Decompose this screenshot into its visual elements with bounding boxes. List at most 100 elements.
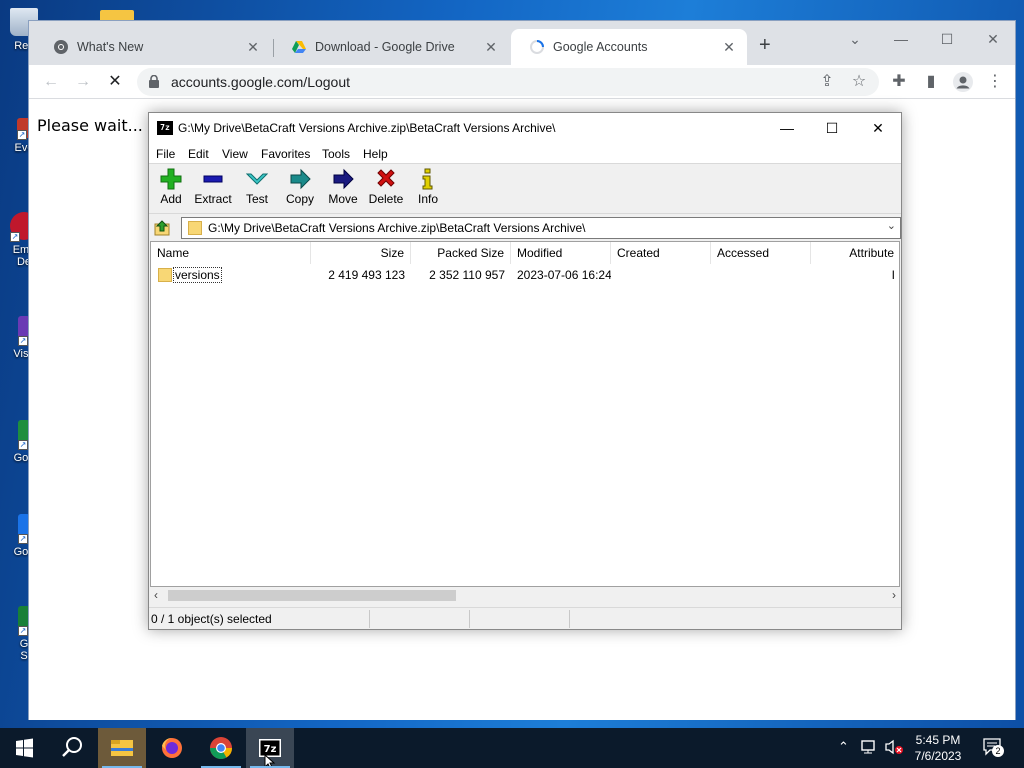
extensions-puzzle-icon[interactable]: ✚ [889, 72, 909, 92]
browser-toolbar: ← → ✕ accounts.google.com/Logout ⇪ ☆ ✚ ▮… [29, 65, 1015, 99]
firefox-icon [162, 737, 182, 758]
extract-button[interactable]: Extract [191, 168, 235, 206]
test-button[interactable]: Test [235, 168, 279, 206]
sevenzip-titlebar[interactable]: 7z G:\My Drive\BetaCraft Versions Archiv… [149, 113, 901, 144]
mouse-cursor-icon [264, 754, 276, 768]
tab-google-accounts[interactable]: Google Accounts ✕ [511, 29, 747, 65]
show-hidden-icons-chevron-icon[interactable]: ⌃ [838, 739, 849, 755]
folder-up-icon[interactable] [153, 219, 173, 237]
move-button[interactable]: Move [321, 168, 365, 206]
column-size[interactable]: Size [311, 242, 411, 264]
share-icon[interactable]: ⇪ [817, 72, 837, 92]
close-tab-icon[interactable]: ✕ [245, 39, 261, 56]
copy-button[interactable]: Copy [278, 168, 322, 206]
menu-favorites[interactable]: Favorites [261, 147, 310, 161]
close-tab-icon[interactable]: ✕ [721, 39, 737, 56]
notifications-button[interactable]: 2 [982, 737, 1004, 760]
chrome-icon [53, 39, 69, 55]
tool-label: Extract [194, 192, 232, 206]
horizontal-scrollbar[interactable]: ‹ › [150, 587, 900, 604]
network-icon[interactable] [860, 739, 878, 758]
volume-muted-icon[interactable] [884, 739, 904, 758]
file-list: Name Size Packed Size Modified Created A… [150, 241, 900, 587]
scrollbar-thumb[interactable] [168, 590, 456, 601]
menu-help[interactable]: Help [363, 147, 388, 161]
profile-avatar-icon[interactable] [953, 72, 973, 92]
file-created [611, 266, 711, 284]
file-name: versions [173, 267, 222, 283]
menu-view[interactable]: View [222, 147, 248, 161]
address-row: G:\My Drive\BetaCraft Versions Archive.z… [149, 215, 901, 241]
column-attributes[interactable]: Attribute [811, 242, 899, 264]
notification-count: 2 [992, 745, 1004, 757]
search-button[interactable] [48, 728, 96, 768]
close-window-button[interactable]: ✕ [979, 27, 1007, 51]
side-panel-icon[interactable]: ▮ [921, 72, 941, 92]
forward-arrow-icon[interactable]: → [73, 72, 93, 92]
info-button[interactable]: Info [406, 168, 450, 206]
back-arrow-icon[interactable]: ← [41, 72, 61, 92]
stop-loading-icon[interactable]: ✕ [105, 72, 125, 92]
path-combobox[interactable]: G:\My Drive\BetaCraft Versions Archive.z… [181, 217, 901, 239]
tab-google-drive[interactable]: Download - Google Drive ✕ [273, 29, 509, 65]
menu-tools[interactable]: Tools [322, 147, 350, 161]
new-tab-button[interactable]: + [759, 35, 771, 55]
tab-whats-new[interactable]: What's New ✕ [35, 29, 271, 65]
loading-spinner-icon [529, 39, 545, 55]
add-button[interactable]: Add [149, 168, 193, 206]
folder-icon [158, 268, 172, 282]
shortcut-arrow-icon: ↗ [17, 130, 27, 140]
taskbar-7zip[interactable]: 7z [246, 728, 294, 768]
minimize-button[interactable]: — [772, 117, 802, 139]
start-button[interactable] [0, 728, 48, 768]
search-icon [62, 737, 82, 757]
shortcut-arrow-icon: ↗ [18, 440, 28, 450]
maximize-button[interactable]: ☐ [817, 117, 847, 139]
folder-icon [188, 221, 202, 235]
delete-icon [377, 169, 395, 187]
menu-file[interactable]: File [156, 147, 175, 161]
tool-label: Delete [368, 192, 404, 206]
shortcut-arrow-icon: ↗ [10, 232, 20, 242]
taskbar-chrome[interactable] [197, 728, 245, 768]
bookmark-star-icon[interactable]: ☆ [849, 72, 869, 92]
taskbar-file-explorer[interactable] [98, 728, 146, 768]
column-modified[interactable]: Modified [511, 242, 611, 264]
tab-search-chevron-icon[interactable]: ⌄ [841, 27, 869, 51]
close-tab-icon[interactable]: ✕ [483, 39, 499, 56]
shortcut-arrow-icon: ↗ [18, 336, 28, 346]
table-row[interactable]: versions 2 419 493 123 2 352 110 957 202… [151, 266, 899, 284]
column-created[interactable]: Created [611, 242, 711, 264]
chevron-down-icon[interactable]: ⌄ [887, 219, 896, 232]
scroll-right-icon[interactable]: › [892, 588, 896, 602]
chrome-icon [210, 737, 232, 759]
minimize-button[interactable]: — [887, 27, 915, 51]
taskbar-firefox[interactable] [148, 728, 196, 768]
tool-label: Move [328, 192, 358, 206]
info-icon [422, 168, 433, 190]
tab-title: Google Accounts [553, 40, 648, 54]
file-accessed [711, 266, 811, 284]
column-packed-size[interactable]: Packed Size [411, 242, 511, 264]
tool-label: Info [417, 192, 438, 206]
file-size: 2 419 493 123 [328, 268, 405, 282]
window-title: G:\My Drive\BetaCraft Versions Archive.z… [178, 121, 556, 135]
column-name[interactable]: Name [151, 242, 311, 264]
tool-label: Copy [285, 192, 314, 206]
address-bar[interactable]: accounts.google.com/Logout [137, 68, 879, 96]
copy-icon [290, 168, 311, 190]
delete-button[interactable]: Delete [364, 168, 408, 206]
status-text: 0 / 1 object(s) selected [151, 612, 272, 626]
status-bar: 0 / 1 object(s) selected [149, 607, 901, 629]
file-attributes: I [891, 268, 895, 282]
maximize-button[interactable]: ☐ [933, 27, 961, 51]
url-text: accounts.google.com/Logout [171, 74, 351, 90]
system-clock[interactable]: 5:45 PM 7/6/2023 [908, 732, 968, 764]
menu-edit[interactable]: Edit [188, 147, 209, 161]
column-accessed[interactable]: Accessed [711, 242, 811, 264]
menu-dots-icon[interactable]: ⋮ [985, 72, 1005, 92]
close-window-button[interactable]: ✕ [863, 117, 893, 139]
file-packed-size: 2 352 110 957 [429, 268, 505, 282]
extract-icon [203, 175, 223, 183]
scroll-left-icon[interactable]: ‹ [154, 588, 158, 602]
